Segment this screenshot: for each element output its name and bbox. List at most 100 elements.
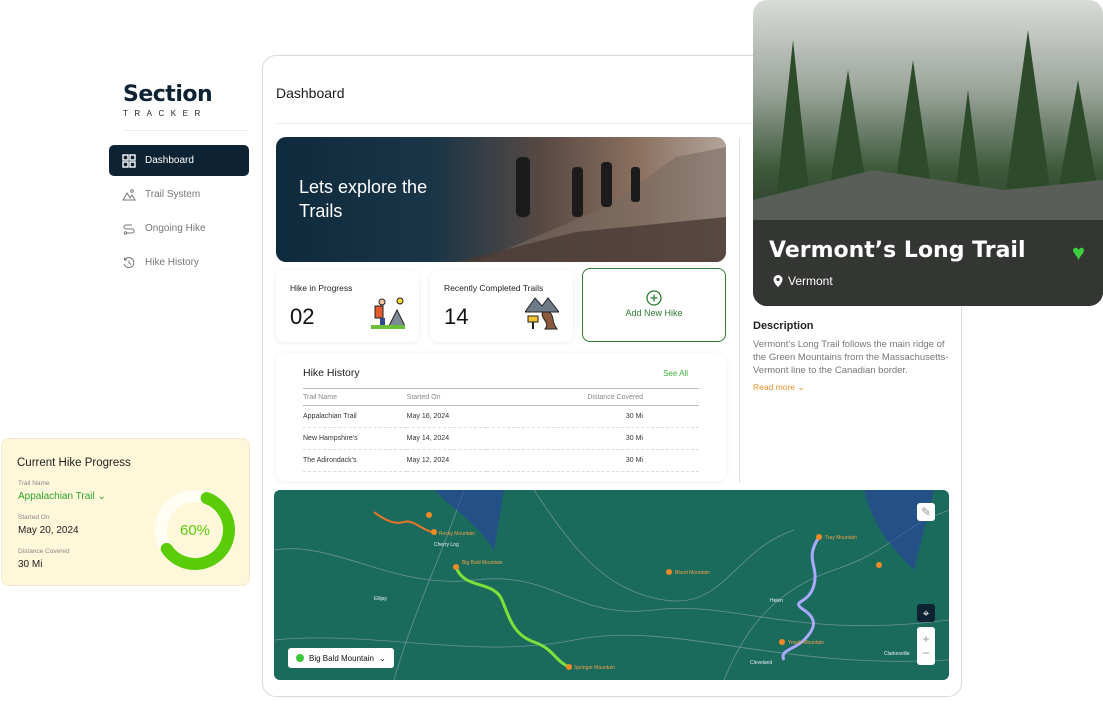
started-on-label: Started On (18, 514, 50, 521)
sidebar-item-label: Ongoing Hike (145, 223, 206, 234)
stat-label: Recently Completed Trails (444, 283, 544, 293)
started-on: May 12, 2024 (406, 449, 488, 472)
stat-card-hike-in-progress[interactable]: Hike in Progress 02 (276, 270, 419, 342)
table-row[interactable]: The Adirondack's May 12, 2024 30 Mi (303, 449, 699, 472)
current-hike-progress-card: Current Hike Progress Trail Name Appalac… (1, 438, 250, 586)
sidebar-item-label: Dashboard (145, 155, 194, 166)
trail-name: Appalachian Trail (303, 405, 407, 428)
selected-trail: Big Bald Mountain (309, 653, 374, 663)
sidebar-item-dashboard[interactable]: Dashboard (109, 145, 249, 176)
map-label: Big Bald Mountain (462, 560, 503, 566)
column-header: Distance Covered (487, 388, 699, 406)
hero-text: Lets explore the Trails (299, 177, 428, 221)
started-on: May 14, 2024 (406, 427, 488, 450)
hiker-icon (371, 297, 405, 329)
map-label: Rocky Mountain (439, 531, 475, 537)
plus-circle-icon (646, 290, 662, 306)
trail-select[interactable]: Appalachian Trail ⌄ (18, 491, 106, 502)
map-label: Tray Mountain (825, 535, 857, 541)
hike-history-title: Hike History (303, 367, 360, 379)
table-header: Trail Name Started On Distance Covered (303, 388, 699, 406)
trail-name-label: Trail Name (18, 480, 50, 487)
distance-value: 30 Mi (18, 559, 43, 570)
trail-name: Vermont’s Long Trail (769, 238, 1026, 263)
distance-label: Distance Covered (18, 548, 70, 555)
table-row[interactable]: New Hampshire's May 14, 2024 30 Mi (303, 427, 699, 450)
logo-title: Section (123, 82, 213, 107)
see-all-link[interactable]: See All (663, 369, 688, 378)
mountains-icon (122, 188, 136, 200)
sidebar-item-label: Trail System (145, 189, 201, 200)
progress-percent: 60% (180, 522, 210, 539)
column-header: Started On (406, 388, 488, 406)
locate-button[interactable]: ⌖ (917, 604, 935, 622)
logo: Section TRACKER (123, 82, 213, 118)
distance: 30 Mi (487, 449, 699, 472)
map-label: Blood Mountain (675, 570, 710, 576)
map-label: Yonah Mountain (788, 640, 824, 646)
sidebar-item-hike-history[interactable]: Hike History (109, 247, 249, 278)
zoom-out-button[interactable]: − (922, 646, 929, 660)
crosshair-icon: ⌖ (922, 605, 930, 620)
map-label: Cleveland (750, 660, 772, 666)
stat-value: 02 (290, 304, 315, 329)
zoom-in-button[interactable]: + (922, 632, 929, 646)
trail-location: Vermont (773, 274, 833, 288)
trail-sign-icon (525, 297, 559, 330)
grid-icon (122, 153, 136, 168)
column-header: Trail Name (303, 388, 407, 406)
divider (739, 138, 740, 483)
card-overlay (753, 220, 1103, 306)
pencil-icon: ✎ (920, 505, 932, 519)
distance: 30 Mi (487, 427, 699, 450)
map-label: Helen (770, 598, 783, 604)
started-on-value: May 20, 2024 (18, 525, 79, 536)
hero-banner: Lets explore the Trails (276, 137, 726, 262)
trail-select-dropdown[interactable]: Big Bald Mountain ⌄ (288, 648, 394, 668)
history-icon (123, 256, 135, 268)
description-text: Vermont’s Long Trail follows the main ri… (753, 339, 949, 376)
description-title: Description (753, 320, 814, 332)
map-label: Clarkesville (884, 651, 910, 657)
favorite-heart-icon[interactable]: ♥ (1072, 240, 1085, 266)
hike-history-table: Trail Name Started On Distance Covered App… (303, 388, 699, 472)
zoom-controls: + − (917, 627, 935, 665)
hike-history-card: Hike History See All Trail Name Started O… (276, 353, 726, 481)
map-label: Ellijay (374, 596, 388, 602)
read-more-link[interactable]: Read more ⌄ (753, 382, 953, 393)
logo-subtitle: TRACKER (123, 109, 207, 118)
table-row[interactable]: Appalachian Trail May 16, 2024 30 Mi (303, 405, 699, 428)
route-orange (373, 511, 435, 533)
stat-value: 14 (444, 304, 469, 329)
edit-button[interactable]: ✎ (917, 503, 935, 521)
stat-label: Hike in Progress (290, 283, 353, 293)
divider (123, 130, 249, 131)
page-title: Dashboard (276, 85, 345, 101)
featured-trail-card[interactable]: Vermont’s Long Trail Vermont ♥ (753, 0, 1103, 306)
sidebar-item-trail-system[interactable]: Trail System (109, 179, 249, 210)
sidebar-item-label: Hike History (145, 257, 199, 268)
stat-card-completed-trails[interactable]: Recently Completed Trails 14 (430, 270, 573, 342)
route-icon (123, 224, 135, 235)
map-label: Springer Mountain (574, 665, 615, 671)
progress-ring: 60% (155, 490, 235, 570)
trail-select-value: Appalachian Trail (18, 491, 95, 502)
map-label: Cherry Log (434, 542, 459, 548)
trail-map[interactable]: Rocky Mountain Big Bald Mountain Springe… (274, 490, 949, 680)
chevron-down-icon: ⌄ (797, 382, 805, 392)
read-more-label: Read more (753, 382, 796, 392)
trail-color-dot (296, 654, 304, 662)
progress-title: Current Hike Progress (17, 457, 131, 469)
add-new-hike-button[interactable]: Add New Hike (582, 268, 726, 342)
chevron-down-icon: ⌄ (97, 491, 106, 502)
trail-name: The Adirondack's (303, 449, 407, 472)
description-section: Description Vermont’s Long Trail follows… (753, 320, 953, 393)
route-green (454, 566, 570, 669)
location-pin-icon (773, 275, 783, 287)
location-text: Vermont (788, 274, 833, 288)
distance: 30 Mi (487, 405, 699, 428)
chevron-down-icon: ⌄ (378, 653, 386, 663)
add-new-hike-label: Add New Hike (625, 308, 683, 318)
sidebar-item-ongoing-hike[interactable]: Ongoing Hike (109, 213, 249, 244)
started-on: May 16, 2024 (406, 405, 488, 428)
